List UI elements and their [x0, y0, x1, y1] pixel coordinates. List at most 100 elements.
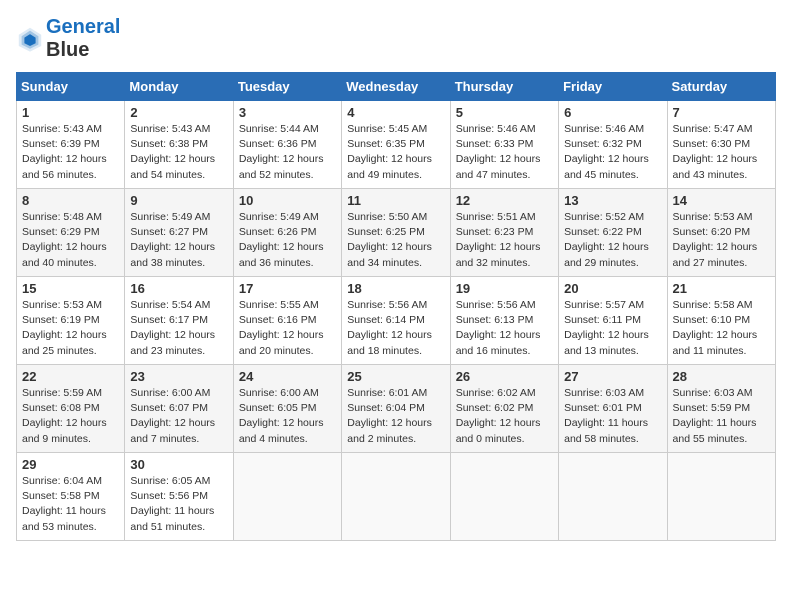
- day-number: 22: [22, 369, 119, 384]
- calendar-cell: 24 Sunrise: 6:00 AMSunset: 6:05 PMDayligh…: [233, 365, 341, 453]
- calendar-cell: 20Sunrise: 5:57 AMSunset: 6:11 PMDayligh…: [559, 277, 667, 365]
- day-number: 12: [456, 193, 553, 208]
- calendar-cell: [559, 453, 667, 541]
- day-number: 23: [130, 369, 227, 384]
- calendar-cell: 11 Sunrise: 5:50 AMSunset: 6:25 PMDayligh…: [342, 189, 450, 277]
- calendar-week-row: 15 Sunrise: 5:53 AMSunset: 6:19 PMDayligh…: [17, 277, 776, 365]
- calendar-cell: 9Sunrise: 5:49 AMSunset: 6:27 PMDaylight…: [125, 189, 233, 277]
- weekday-header: Sunday: [17, 73, 125, 101]
- day-info: Sunrise: 6:01 AMSunset: 6:04 PMDaylight:…: [347, 386, 444, 447]
- calendar-cell: 21Sunrise: 5:58 AMSunset: 6:10 PMDayligh…: [667, 277, 775, 365]
- day-info: Sunrise: 6:05 AMSunset: 5:56 PMDaylight:…: [130, 474, 227, 535]
- day-number: 21: [673, 281, 770, 296]
- day-number: 7: [673, 105, 770, 120]
- day-info: Sunrise: 5:56 AMSunset: 6:14 PMDaylight:…: [347, 298, 444, 359]
- day-number: 17: [239, 281, 336, 296]
- day-info: Sunrise: 5:51 AMSunset: 6:23 PMDaylight:…: [456, 210, 553, 271]
- day-info: Sunrise: 6:00 AMSunset: 6:05 PMDaylight:…: [239, 386, 336, 447]
- calendar-cell: 6 Sunrise: 5:46 AMSunset: 6:32 PMDaylight…: [559, 101, 667, 189]
- day-info: Sunrise: 5:52 AMSunset: 6:22 PMDaylight:…: [564, 210, 661, 271]
- calendar-cell: 16Sunrise: 5:54 AMSunset: 6:17 PMDayligh…: [125, 277, 233, 365]
- day-info: Sunrise: 5:49 AMSunset: 6:27 PMDaylight:…: [130, 210, 227, 271]
- calendar-week-row: 29 Sunrise: 6:04 AMSunset: 5:58 PMDayligh…: [17, 453, 776, 541]
- day-number: 24: [239, 369, 336, 384]
- day-info: Sunrise: 5:50 AMSunset: 6:25 PMDaylight:…: [347, 210, 444, 271]
- day-number: 6: [564, 105, 661, 120]
- weekday-header: Tuesday: [233, 73, 341, 101]
- day-number: 18: [347, 281, 444, 296]
- day-number: 1: [22, 105, 119, 120]
- day-info: Sunrise: 5:44 AMSunset: 6:36 PMDaylight:…: [239, 122, 336, 183]
- calendar-cell: 17 Sunrise: 5:55 AMSunset: 6:16 PMDayligh…: [233, 277, 341, 365]
- calendar-cell: [667, 453, 775, 541]
- day-info: Sunrise: 5:47 AMSunset: 6:30 PMDaylight:…: [673, 122, 770, 183]
- weekday-header: Thursday: [450, 73, 558, 101]
- calendar-week-row: 1 Sunrise: 5:43 AMSunset: 6:39 PMDaylight…: [17, 101, 776, 189]
- day-number: 25: [347, 369, 444, 384]
- calendar-cell: 26 Sunrise: 6:02 AMSunset: 6:02 PMDayligh…: [450, 365, 558, 453]
- calendar-cell: 27 Sunrise: 6:03 AMSunset: 6:01 PMDayligh…: [559, 365, 667, 453]
- calendar-cell: 5 Sunrise: 5:46 AMSunset: 6:33 PMDaylight…: [450, 101, 558, 189]
- day-number: 26: [456, 369, 553, 384]
- day-info: Sunrise: 5:45 AMSunset: 6:35 PMDaylight:…: [347, 122, 444, 183]
- day-number: 30: [130, 457, 227, 472]
- day-info: Sunrise: 6:02 AMSunset: 6:02 PMDaylight:…: [456, 386, 553, 447]
- day-info: Sunrise: 5:59 AMSunset: 6:08 PMDaylight:…: [22, 386, 119, 447]
- day-number: 14: [673, 193, 770, 208]
- day-info: Sunrise: 5:46 AMSunset: 6:33 PMDaylight:…: [456, 122, 553, 183]
- day-info: Sunrise: 5:53 AMSunset: 6:19 PMDaylight:…: [22, 298, 119, 359]
- calendar-cell: 22 Sunrise: 5:59 AMSunset: 6:08 PMDayligh…: [17, 365, 125, 453]
- weekday-header-row: SundayMondayTuesdayWednesdayThursdayFrid…: [17, 73, 776, 101]
- day-number: 8: [22, 193, 119, 208]
- calendar-cell: 2Sunrise: 5:43 AMSunset: 6:38 PMDaylight…: [125, 101, 233, 189]
- calendar-cell: 29 Sunrise: 6:04 AMSunset: 5:58 PMDayligh…: [17, 453, 125, 541]
- calendar-cell: 25 Sunrise: 6:01 AMSunset: 6:04 PMDayligh…: [342, 365, 450, 453]
- logo: General Blue: [16, 16, 120, 62]
- calendar-cell: 10 Sunrise: 5:49 AMSunset: 6:26 PMDayligh…: [233, 189, 341, 277]
- calendar-cell: 19 Sunrise: 5:56 AMSunset: 6:13 PMDayligh…: [450, 277, 558, 365]
- day-info: Sunrise: 5:56 AMSunset: 6:13 PMDaylight:…: [456, 298, 553, 359]
- day-info: Sunrise: 6:03 AMSunset: 6:01 PMDaylight:…: [564, 386, 661, 447]
- day-number: 29: [22, 457, 119, 472]
- calendar-table: SundayMondayTuesdayWednesdayThursdayFrid…: [16, 72, 776, 541]
- day-info: Sunrise: 5:43 AMSunset: 6:39 PMDaylight:…: [22, 122, 119, 183]
- day-number: 3: [239, 105, 336, 120]
- calendar-cell: 8 Sunrise: 5:48 AMSunset: 6:29 PMDaylight…: [17, 189, 125, 277]
- calendar-cell: 15 Sunrise: 5:53 AMSunset: 6:19 PMDayligh…: [17, 277, 125, 365]
- calendar-week-row: 8 Sunrise: 5:48 AMSunset: 6:29 PMDaylight…: [17, 189, 776, 277]
- calendar-cell: 1 Sunrise: 5:43 AMSunset: 6:39 PMDaylight…: [17, 101, 125, 189]
- calendar-cell: 28Sunrise: 6:03 AMSunset: 5:59 PMDayligh…: [667, 365, 775, 453]
- day-number: 5: [456, 105, 553, 120]
- weekday-header: Monday: [125, 73, 233, 101]
- day-info: Sunrise: 5:48 AMSunset: 6:29 PMDaylight:…: [22, 210, 119, 271]
- calendar-cell: 23 Sunrise: 6:00 AMSunset: 6:07 PMDayligh…: [125, 365, 233, 453]
- logo-subtext: Blue: [46, 39, 120, 62]
- calendar-cell: [450, 453, 558, 541]
- day-number: 28: [673, 369, 770, 384]
- day-number: 10: [239, 193, 336, 208]
- page-header: General Blue: [16, 16, 776, 62]
- day-info: Sunrise: 6:00 AMSunset: 6:07 PMDaylight:…: [130, 386, 227, 447]
- weekday-header: Saturday: [667, 73, 775, 101]
- day-info: Sunrise: 6:04 AMSunset: 5:58 PMDaylight:…: [22, 474, 119, 535]
- day-info: Sunrise: 5:57 AMSunset: 6:11 PMDaylight:…: [564, 298, 661, 359]
- calendar-cell: 13Sunrise: 5:52 AMSunset: 6:22 PMDayligh…: [559, 189, 667, 277]
- calendar-cell: 3 Sunrise: 5:44 AMSunset: 6:36 PMDaylight…: [233, 101, 341, 189]
- calendar-cell: 18 Sunrise: 5:56 AMSunset: 6:14 PMDayligh…: [342, 277, 450, 365]
- calendar-cell: [233, 453, 341, 541]
- day-info: Sunrise: 5:46 AMSunset: 6:32 PMDaylight:…: [564, 122, 661, 183]
- weekday-header: Friday: [559, 73, 667, 101]
- day-info: Sunrise: 5:54 AMSunset: 6:17 PMDaylight:…: [130, 298, 227, 359]
- logo-icon: [16, 25, 44, 53]
- day-number: 11: [347, 193, 444, 208]
- day-number: 15: [22, 281, 119, 296]
- calendar-cell: 14Sunrise: 5:53 AMSunset: 6:20 PMDayligh…: [667, 189, 775, 277]
- day-info: Sunrise: 5:49 AMSunset: 6:26 PMDaylight:…: [239, 210, 336, 271]
- calendar-cell: 4Sunrise: 5:45 AMSunset: 6:35 PMDaylight…: [342, 101, 450, 189]
- calendar-cell: 7 Sunrise: 5:47 AMSunset: 6:30 PMDaylight…: [667, 101, 775, 189]
- day-info: Sunrise: 5:55 AMSunset: 6:16 PMDaylight:…: [239, 298, 336, 359]
- calendar-week-row: 22 Sunrise: 5:59 AMSunset: 6:08 PMDayligh…: [17, 365, 776, 453]
- day-number: 19: [456, 281, 553, 296]
- day-number: 27: [564, 369, 661, 384]
- calendar-cell: 12 Sunrise: 5:51 AMSunset: 6:23 PMDayligh…: [450, 189, 558, 277]
